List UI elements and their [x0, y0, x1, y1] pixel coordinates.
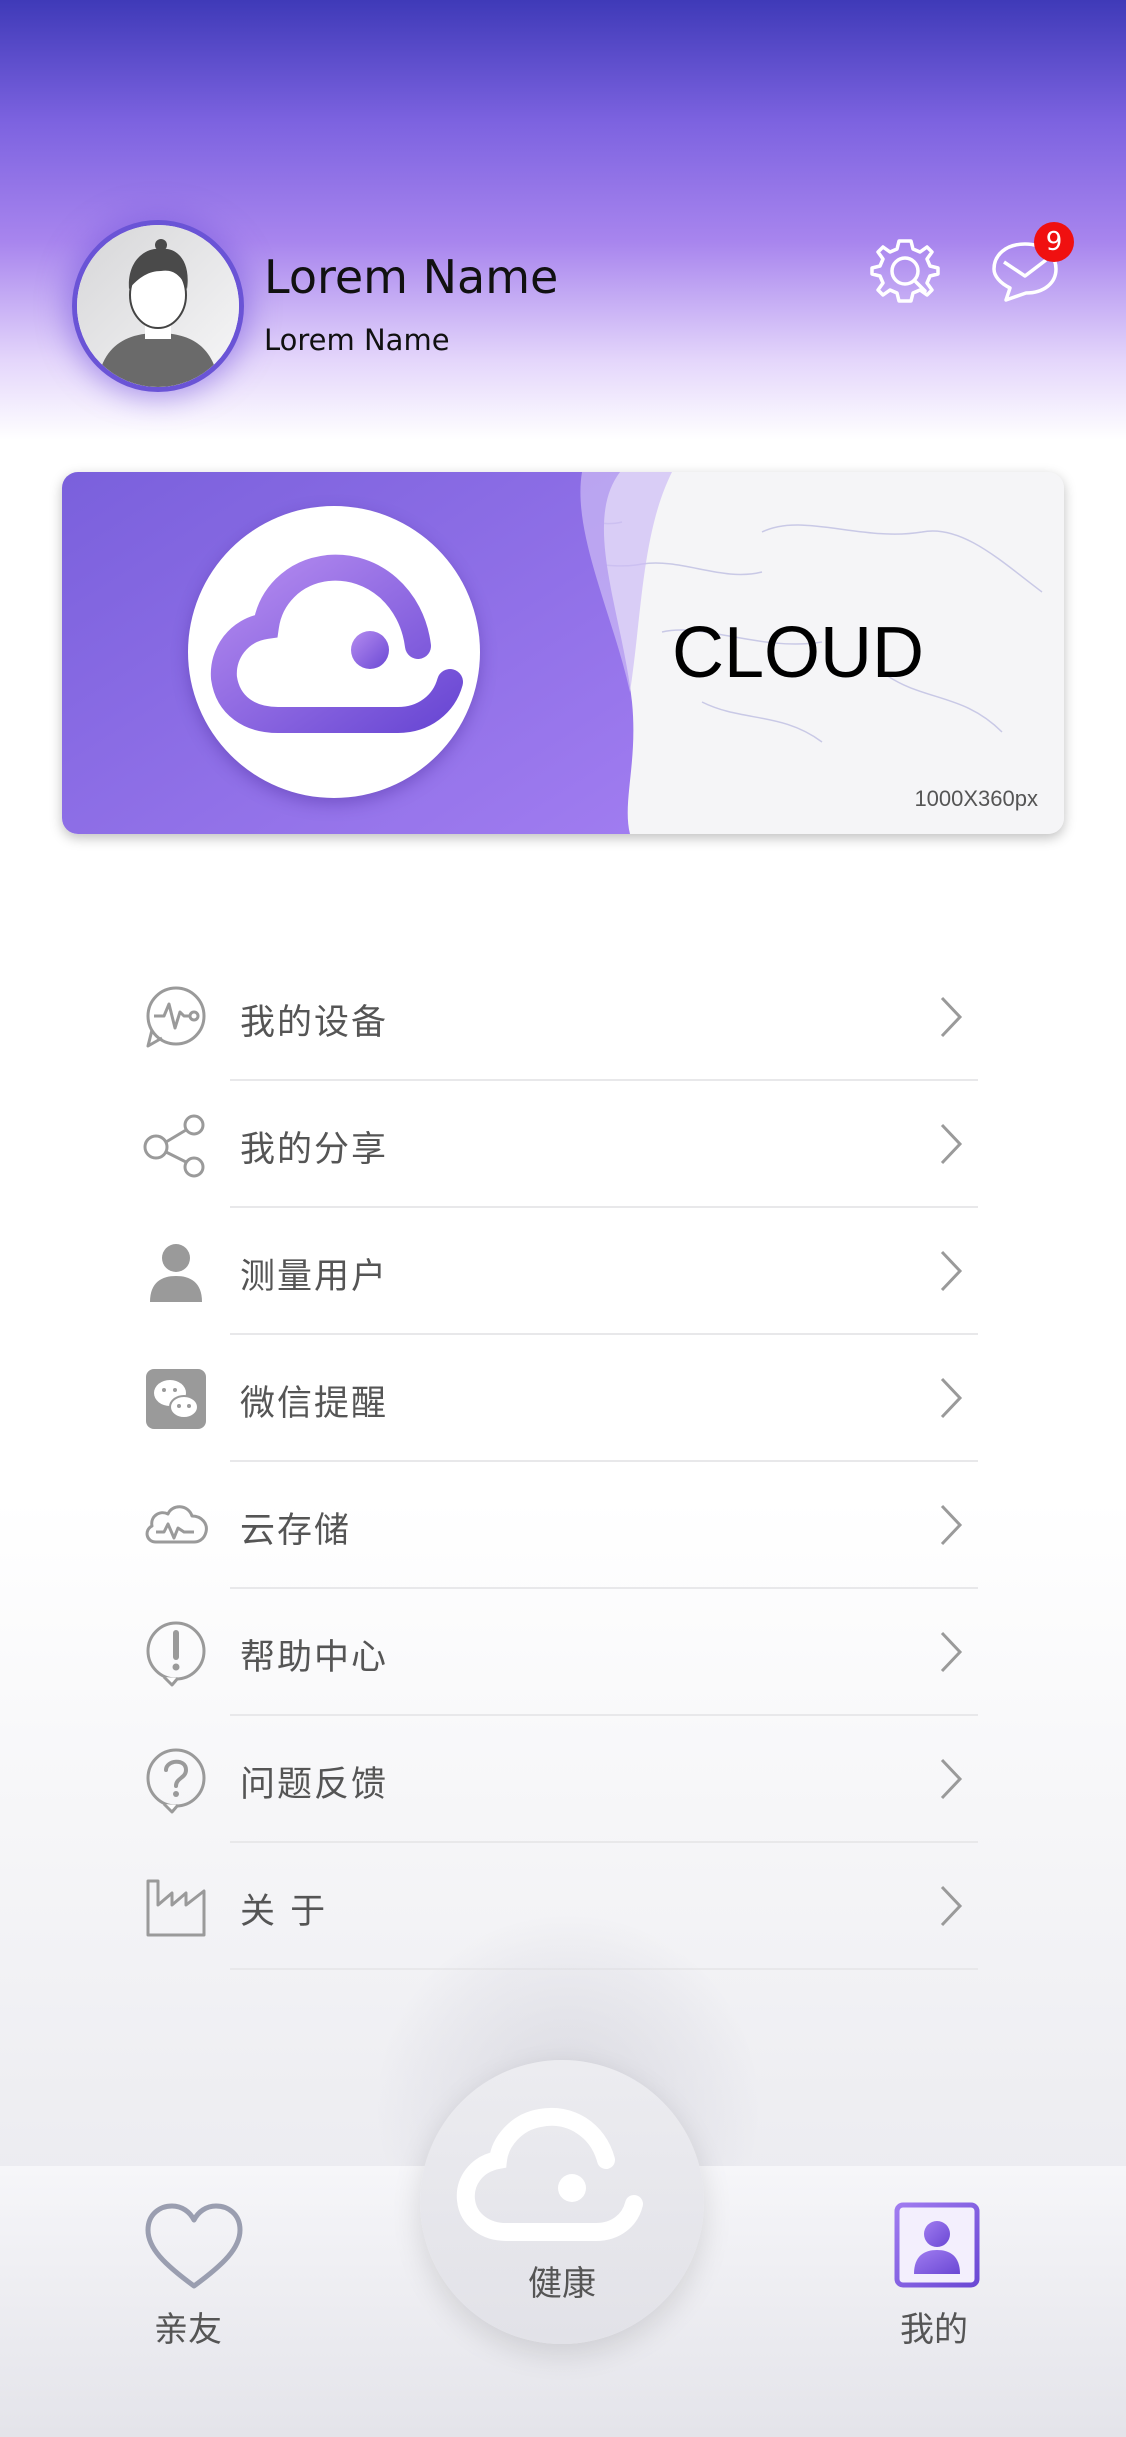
user-icon — [150, 1244, 202, 1302]
device-pulse-icon — [146, 986, 206, 1048]
menu-item-my-devices[interactable]: 我的设备 — [0, 954, 1126, 1081]
chevron-right-icon — [940, 1758, 963, 1800]
cloud-storage-icon — [145, 1505, 208, 1544]
menu-label-about: 关 于 — [240, 1892, 328, 1932]
help-exclamation-icon — [146, 1621, 206, 1687]
banner-size-label: 1000X360px — [914, 786, 1038, 811]
tab-mine[interactable]: 我的 — [880, 2202, 1000, 2362]
chevron-right-icon — [940, 1123, 963, 1165]
menu-label-measure-users: 测量用户 — [240, 1257, 389, 1297]
chevron-right-icon — [940, 1504, 963, 1546]
menu-label-help-center: 帮助中心 — [240, 1638, 389, 1678]
about-factory-icon — [146, 1879, 206, 1937]
cloud-banner[interactable]: CLOUD 1000X360px — [62, 472, 1064, 834]
feedback-question-icon — [146, 1748, 206, 1814]
menu-label-my-share: 我的分享 — [240, 1130, 389, 1170]
chevron-right-icon — [940, 1631, 963, 1673]
gear-icon — [870, 239, 940, 303]
menu-label-wechat-reminder: 微信提醒 — [240, 1384, 389, 1424]
chevron-right-icon — [940, 1250, 963, 1292]
wechat-icon — [146, 1369, 206, 1429]
tab-label-health: 健康 — [528, 2264, 596, 2304]
avatar-person-icon — [77, 225, 239, 387]
menu-item-my-share[interactable]: 我的分享 — [0, 1081, 1126, 1208]
heart-icon — [145, 2203, 243, 2289]
settings-menu: 我的设备 我的分享 测量用户 微信提醒 云存储 帮助中心 问题反馈 关 于 — [0, 954, 1126, 1970]
menu-label-cloud-storage: 云存储 — [240, 1511, 352, 1551]
menu-item-measure-users[interactable]: 测量用户 — [0, 1208, 1126, 1335]
menu-item-cloud-storage[interactable]: 云存储 — [0, 1462, 1126, 1589]
chevron-right-icon — [940, 1377, 963, 1419]
settings-button[interactable] — [870, 236, 940, 306]
banner-cloud-logo — [188, 506, 480, 798]
chevron-right-icon — [940, 996, 963, 1038]
unread-badge: 9 — [1034, 222, 1074, 262]
chevron-right-icon — [940, 1885, 963, 1927]
user-name: Lorem Name — [264, 250, 559, 304]
banner-title: CLOUD — [672, 613, 925, 693]
menu-item-wechat-reminder[interactable]: 微信提醒 — [0, 1335, 1126, 1462]
user-subtitle: Lorem Name — [264, 323, 450, 357]
tab-label-friends: 亲友 — [154, 2310, 222, 2350]
menu-item-help-center[interactable]: 帮助中心 — [0, 1589, 1126, 1716]
profile-card-icon — [894, 2202, 980, 2288]
menu-item-feedback[interactable]: 问题反馈 — [0, 1716, 1126, 1843]
cloud-logo-icon — [210, 554, 463, 733]
share-icon — [143, 1114, 205, 1178]
menu-label-feedback: 问题反馈 — [240, 1765, 389, 1805]
tab-health-button[interactable]: 健康 — [420, 2060, 704, 2344]
menu-label-my-devices: 我的设备 — [240, 1003, 389, 1043]
avatar[interactable] — [72, 220, 244, 392]
tab-label-mine: 我的 — [900, 2310, 968, 2350]
tab-friends[interactable]: 亲友 — [130, 2202, 250, 2362]
